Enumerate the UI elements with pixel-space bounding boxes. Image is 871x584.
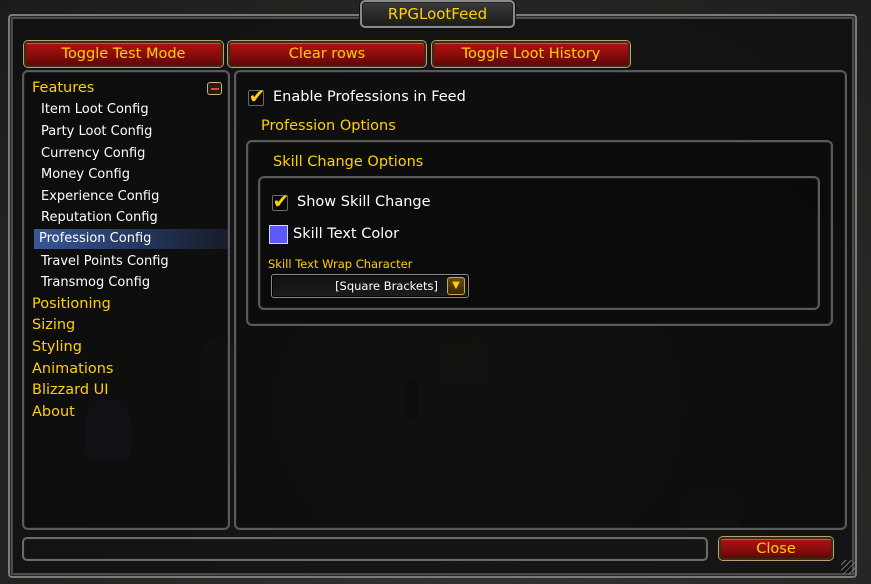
skill-change-options-heading: Skill Change Options [273, 154, 424, 170]
wrap-character-label: Skill Text Wrap Character [268, 257, 413, 271]
toggle-test-mode-button[interactable]: Toggle Test Mode [24, 41, 223, 67]
toggle-loot-history-label: Toggle Loot History [461, 46, 601, 62]
sidebar-item-currency-config[interactable]: Currency Config [41, 146, 145, 161]
sidebar-item-transmog-config[interactable]: Transmog Config [41, 275, 150, 290]
sidebar-item-party-loot-config[interactable]: Party Loot Config [41, 124, 152, 139]
clear-rows-label: Clear rows [288, 46, 366, 62]
sidebar-item-profession-config[interactable]: Profession Config [39, 231, 151, 246]
sidebar-item-money-config[interactable]: Money Config [41, 167, 130, 182]
sidebar-category-animations[interactable]: Animations [32, 361, 113, 377]
wrap-character-value: [Square Brackets] [335, 279, 438, 293]
checkmark-icon: ✔ [272, 189, 290, 213]
sidebar-item-experience-config[interactable]: Experience Config [41, 189, 159, 204]
window-title-text: RPGLootFeed [387, 5, 488, 23]
sidebar-item-reputation-config[interactable]: Reputation Config [41, 210, 158, 225]
toggle-test-mode-label: Toggle Test Mode [61, 46, 186, 62]
sidebar-category-about[interactable]: About [32, 404, 75, 420]
enable-professions-label: Enable Professions in Feed [273, 89, 466, 105]
resize-grip-icon[interactable] [841, 560, 855, 574]
show-skill-change-label: Show Skill Change [297, 194, 431, 210]
chevron-down-icon[interactable]: ▼ [447, 277, 465, 295]
sidebar-category-blizzard-ui[interactable]: Blizzard UI [32, 382, 109, 398]
sidebar-category-features[interactable]: Features [32, 80, 94, 96]
checkmark-icon: ✔ [248, 84, 266, 108]
sidebar-category-sizing[interactable]: Sizing [32, 317, 75, 333]
window-title[interactable]: RPGLootFeed [360, 0, 515, 28]
collapse-icon[interactable] [207, 82, 222, 95]
wrap-character-dropdown[interactable]: [Square Brackets] ▼ [271, 274, 469, 298]
skill-text-color-label: Skill Text Color [293, 226, 400, 242]
sidebar-item-travel-points-config[interactable]: Travel Points Config [41, 254, 169, 269]
sidebar-item-item-loot-config[interactable]: Item Loot Config [41, 102, 149, 117]
close-button-label: Close [756, 540, 796, 557]
clear-rows-button[interactable]: Clear rows [228, 41, 426, 67]
profession-options-heading: Profession Options [261, 118, 396, 134]
status-bar [22, 537, 708, 561]
toggle-loot-history-button[interactable]: Toggle Loot History [432, 41, 630, 67]
sidebar-category-styling[interactable]: Styling [32, 339, 82, 355]
skill-text-color-swatch[interactable] [269, 225, 288, 244]
close-button[interactable]: Close [719, 537, 833, 560]
sidebar-category-positioning[interactable]: Positioning [32, 296, 111, 312]
